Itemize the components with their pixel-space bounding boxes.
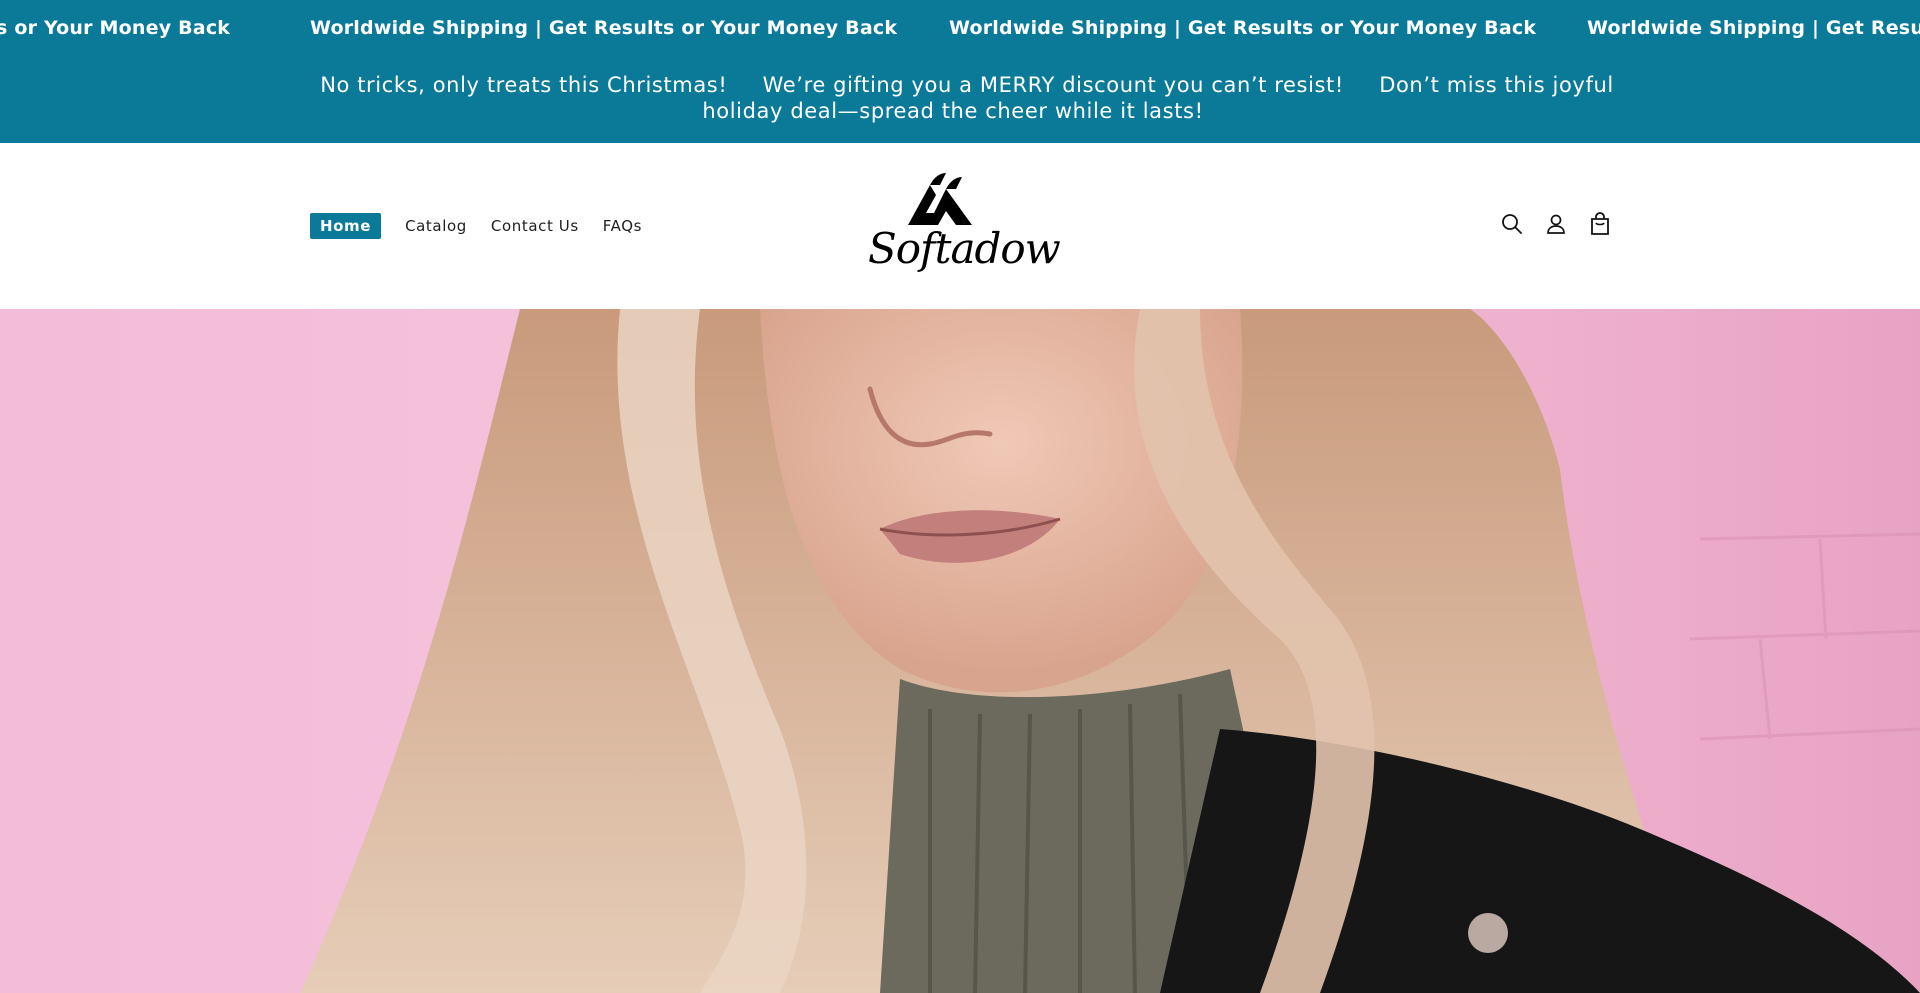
account-icon[interactable]: [1541, 209, 1571, 239]
site-logo[interactable]: Softadow: [868, 167, 1061, 285]
promo-line: We’re gifting you a MERRY discount you c…: [762, 73, 1344, 97]
marquee-item: Worldwide Shipping | Get Results or Your…: [310, 17, 898, 39]
marquee-item: Worldwide Shipping | Get Results: [1587, 17, 1920, 39]
hero-image: [0, 309, 1920, 993]
site-header: Home Catalog Contact Us FAQs Softadow: [0, 143, 1920, 309]
main-nav: Home Catalog Contact Us FAQs: [310, 213, 666, 239]
cart-icon[interactable]: [1585, 209, 1615, 239]
promo-line: No tricks, only treats this Christmas!: [320, 73, 728, 97]
logo-wordmark: Softadow: [868, 224, 1061, 273]
nav-catalog[interactable]: Catalog: [405, 214, 467, 238]
marquee: s or Your Money Back Worldwide Shipping …: [0, 0, 1920, 56]
announcement-bar: s or Your Money Back Worldwide Shipping …: [0, 0, 1920, 143]
logo-mark-icon: [908, 173, 972, 225]
nav-contact-us[interactable]: Contact Us: [491, 214, 579, 238]
promo-message: No tricks, only treats this Christmas! W…: [300, 72, 1620, 124]
header-icons: [1497, 209, 1629, 239]
search-icon[interactable]: [1497, 209, 1527, 239]
hero-portrait-image: [0, 309, 1920, 993]
marquee-item: Worldwide Shipping | Get Results or Your…: [949, 17, 1537, 39]
nav-home[interactable]: Home: [310, 213, 382, 239]
nav-faqs[interactable]: FAQs: [603, 214, 642, 238]
marquee-item: s or Your Money Back: [0, 17, 231, 39]
